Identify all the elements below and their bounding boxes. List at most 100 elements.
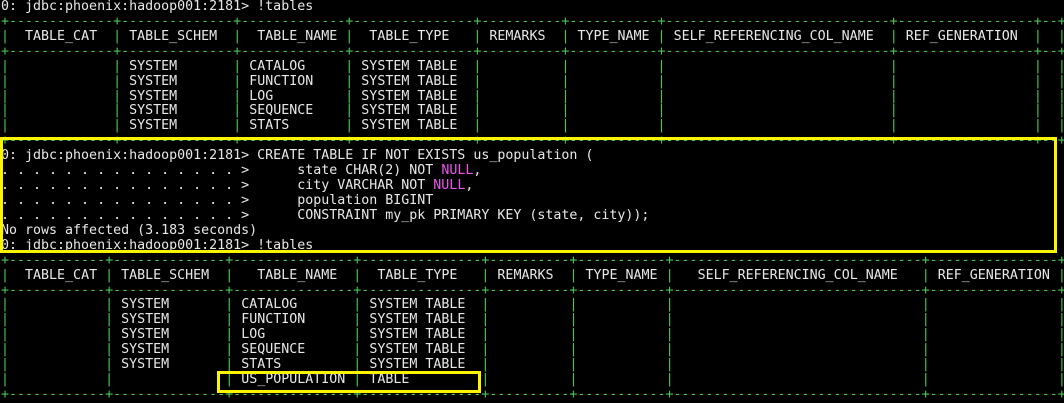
- terminal-text: [578, 342, 666, 357]
- terminal-text: [569, 74, 657, 89]
- table-border-text: |: [666, 327, 674, 342]
- terminal-text: TABLE_SCHEM: [121, 29, 233, 44]
- table-border-text: |: [666, 312, 674, 327]
- terminal-text: SELF_REFERENCING_COL_NAME: [666, 29, 890, 44]
- terminal-text: [9, 312, 105, 327]
- table-border-text: |: [666, 297, 674, 312]
- terminal-text: SYSTEM TABLE: [361, 327, 481, 342]
- terminal-text: [898, 103, 1034, 118]
- terminal-line-22: | | SYSTEM | FUNCTION | SYSTEM TABLE | |…: [1, 313, 1064, 328]
- terminal-text: REMARKS: [489, 268, 569, 283]
- table-border-text: |: [1058, 59, 1064, 74]
- table-border-text: +-------------+--------------+----------…: [1, 44, 1064, 59]
- terminal-text: SELF_REFERENCING_COL_NAME: [674, 268, 922, 283]
- table-border-text: |: [569, 342, 577, 357]
- table-border-text: |: [890, 74, 898, 89]
- table-border-text: |: [113, 103, 121, 118]
- terminal-text: FUNCTION: [233, 312, 353, 327]
- terminal-text: [9, 297, 105, 312]
- terminal-text: [578, 327, 666, 342]
- terminal-line-7: | | SYSTEM | LOG | SYSTEM TABLE | | | | …: [1, 90, 1064, 105]
- table-border-text: |: [569, 372, 577, 387]
- table-border-text: |: [225, 372, 233, 387]
- table-border-text: |: [1, 297, 9, 312]
- terminal-line-24: | | SYSTEM | SEQUENCE | SYSTEM TABLE | |…: [1, 343, 1064, 358]
- terminal-text: [569, 89, 657, 104]
- terminal-text: [666, 74, 890, 89]
- terminal-text: SEQUENCE: [241, 103, 345, 118]
- terminal-text: SYSTEM TABLE: [361, 312, 481, 327]
- table-border-text: |: [105, 342, 113, 357]
- terminal-text: 0: jdbc:phoenix:hadoop001:2181> CREATE T…: [1, 148, 593, 163]
- terminal-text: [666, 118, 890, 133]
- terminal-text: CATALOG: [241, 59, 345, 74]
- table-border-text: |: [225, 342, 233, 357]
- terminal-line-27: +------------+--------------+-----------…: [1, 388, 1064, 403]
- terminal-line-5: | | SYSTEM | CATALOG | SYSTEM TABLE | | …: [1, 60, 1064, 75]
- terminal-line-8: | | SYSTEM | SEQUENCE | SYSTEM TABLE | |…: [1, 104, 1064, 119]
- terminal-text: [489, 312, 569, 327]
- terminal-text: SYSTEM: [113, 312, 225, 327]
- table-border-text: |: [890, 118, 898, 133]
- terminal-text: SYSTEM: [121, 74, 233, 89]
- table-border-text: |: [1, 357, 9, 372]
- terminal-text: [674, 312, 922, 327]
- table-border-text: |: [1034, 29, 1042, 44]
- terminal-text: [481, 103, 561, 118]
- table-border-text: +------------+--------------+-----------…: [1, 387, 1064, 402]
- table-border-text: |: [1058, 357, 1064, 372]
- terminal-text: TABLE_NAME: [233, 268, 353, 283]
- table-border-text: |: [1, 74, 9, 89]
- terminal-text: [898, 74, 1034, 89]
- table-border-text: |: [890, 59, 898, 74]
- terminal-text: SYSTEM: [121, 89, 233, 104]
- terminal-text: [1042, 118, 1058, 133]
- table-border-text: |: [922, 372, 930, 387]
- terminal-text: [9, 59, 113, 74]
- table-border-text: |: [1, 312, 9, 327]
- terminal-text: [578, 357, 666, 372]
- terminal-line-11: 0: jdbc:phoenix:hadoop001:2181> CREATE T…: [1, 149, 1064, 164]
- terminal-text: [9, 372, 105, 387]
- terminal-text: TABLE_TYPE: [353, 29, 473, 44]
- table-border-text: |: [113, 29, 121, 44]
- terminal-text: [898, 89, 1034, 104]
- terminal-line-10: +-------------+--------------+----------…: [1, 134, 1064, 149]
- table-border-text: |: [1, 342, 9, 357]
- table-border-text: |: [233, 74, 241, 89]
- terminal[interactable]: 0: jdbc:phoenix:hadoop001:2181> !tables+…: [1, 0, 1064, 403]
- terminal-text: LOG: [233, 327, 353, 342]
- terminal-text: REF_GENERATION: [930, 268, 1058, 283]
- terminal-line-17: 0: jdbc:phoenix:hadoop001:2181> !tables: [1, 239, 1064, 254]
- terminal-text: REF_GENERATION: [898, 29, 1034, 44]
- table-border-text: +-------------+--------------+----------…: [1, 133, 1064, 148]
- terminal-text: ,: [465, 178, 473, 193]
- terminal-text: STATS: [233, 357, 353, 372]
- terminal-text: [674, 297, 922, 312]
- table-border-text: |: [569, 357, 577, 372]
- table-border-text: |: [1034, 89, 1042, 104]
- table-border-text: |: [922, 268, 930, 283]
- table-border-text: |: [666, 357, 674, 372]
- table-border-text: |: [658, 118, 666, 133]
- terminal-text: . . . . . . . . . . . . . . . > city VAR…: [1, 178, 433, 193]
- terminal-text: TYPE_NAME: [578, 268, 666, 283]
- table-border-text: |: [1058, 103, 1064, 118]
- terminal-text: SYSTEM: [121, 118, 233, 133]
- terminal-line-20: +------------+--------------+-----------…: [1, 284, 1064, 299]
- table-border-text: +------------+--------------+-----------…: [1, 253, 1064, 268]
- terminal-text: No rows affected (3.183 seconds): [1, 223, 257, 238]
- table-border-text: |: [1, 89, 9, 104]
- table-border-text: |: [1, 103, 9, 118]
- terminal-text: [9, 74, 113, 89]
- table-border-text: |: [569, 268, 577, 283]
- terminal-line-16: No rows affected (3.183 seconds): [1, 224, 1064, 239]
- terminal-text: US_POPULATION: [233, 372, 353, 387]
- terminal-text: SYSTEM: [121, 103, 233, 118]
- terminal-text: [666, 89, 890, 104]
- table-border-text: |: [1058, 297, 1064, 312]
- terminal-text: [578, 372, 666, 387]
- terminal-text: [1042, 103, 1058, 118]
- table-border-text: |: [1, 372, 9, 387]
- terminal-text: [1042, 59, 1058, 74]
